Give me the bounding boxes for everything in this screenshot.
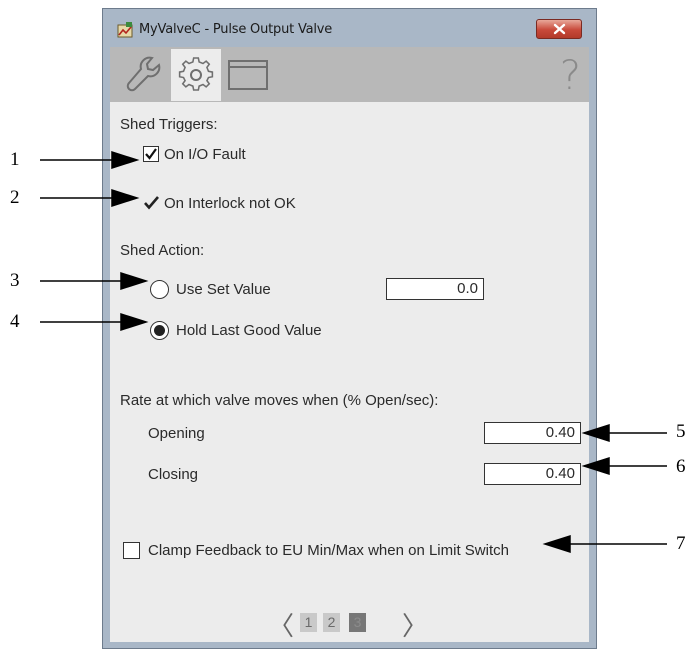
callout-6: 6 <box>676 456 686 477</box>
callout-1: 1 <box>10 149 20 170</box>
callout-5: 5 <box>676 421 686 442</box>
callout-arrows <box>40 150 667 554</box>
callout-2: 2 <box>10 187 20 208</box>
callout-3: 3 <box>10 270 20 291</box>
callout-4: 4 <box>10 311 20 332</box>
callout-7: 7 <box>676 533 686 554</box>
